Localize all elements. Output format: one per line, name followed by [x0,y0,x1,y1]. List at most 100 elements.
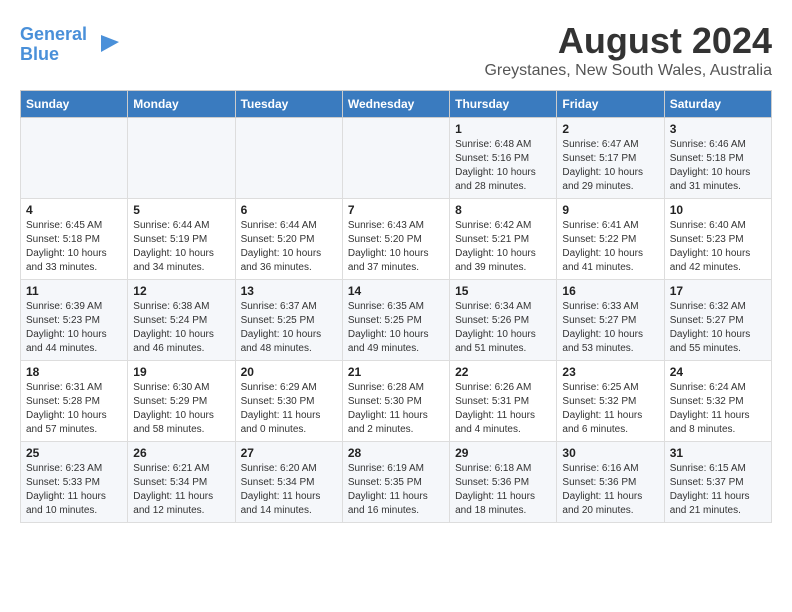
title-block: August 2024 Greystanes, New South Wales,… [484,20,772,80]
day-info: Sunrise: 6:43 AM Sunset: 5:20 PM Dayligh… [348,219,444,275]
week-row-5: 25Sunrise: 6:23 AM Sunset: 5:33 PM Dayli… [21,442,772,523]
header-cell-sunday: Sunday [21,91,128,118]
day-info: Sunrise: 6:34 AM Sunset: 5:26 PM Dayligh… [455,300,551,356]
day-number: 9 [562,203,658,217]
day-number: 29 [455,446,551,460]
day-info: Sunrise: 6:45 AM Sunset: 5:18 PM Dayligh… [26,219,122,275]
calendar-cell: 3 Sunrise: 6:46 AM Sunset: 5:18 PM Daylig… [664,118,771,199]
header-cell-thursday: Thursday [450,91,557,118]
calendar-cell [342,118,449,199]
day-number: 23 [562,365,658,379]
main-title: August 2024 [484,20,772,62]
week-row-1: 1 Sunrise: 6:48 AM Sunset: 5:16 PM Daylig… [21,118,772,199]
calendar-cell: 27 Sunrise: 6:20 AM Sunset: 5:34 PM Dayli… [235,442,342,523]
day-number: 28 [348,446,444,460]
day-info: Sunrise: 6:24 AM Sunset: 5:32 PM Dayligh… [670,381,766,437]
calendar-cell: 12 Sunrise: 6:38 AM Sunset: 5:24 PM Dayli… [128,280,235,361]
day-info: Sunrise: 6:15 AM Sunset: 5:37 PM Dayligh… [670,462,766,518]
day-info: Sunrise: 6:29 AM Sunset: 5:30 PM Dayligh… [241,381,337,437]
logo-line1: General [20,24,87,44]
day-info: Sunrise: 6:25 AM Sunset: 5:32 PM Dayligh… [562,381,658,437]
day-info: Sunrise: 6:16 AM Sunset: 5:36 PM Dayligh… [562,462,658,518]
logo-line2: Blue [20,44,59,64]
day-info: Sunrise: 6:38 AM Sunset: 5:24 PM Dayligh… [133,300,229,356]
calendar-cell: 23 Sunrise: 6:25 AM Sunset: 5:32 PM Dayli… [557,361,664,442]
day-number: 27 [241,446,337,460]
day-info: Sunrise: 6:20 AM Sunset: 5:34 PM Dayligh… [241,462,337,518]
day-info: Sunrise: 6:31 AM Sunset: 5:28 PM Dayligh… [26,381,122,437]
day-number: 13 [241,284,337,298]
calendar-cell: 18 Sunrise: 6:31 AM Sunset: 5:28 PM Dayli… [21,361,128,442]
header-cell-saturday: Saturday [664,91,771,118]
day-info: Sunrise: 6:42 AM Sunset: 5:21 PM Dayligh… [455,219,551,275]
calendar-cell: 19 Sunrise: 6:30 AM Sunset: 5:29 PM Dayli… [128,361,235,442]
day-info: Sunrise: 6:33 AM Sunset: 5:27 PM Dayligh… [562,300,658,356]
calendar-cell: 20 Sunrise: 6:29 AM Sunset: 5:30 PM Dayli… [235,361,342,442]
calendar-cell: 26 Sunrise: 6:21 AM Sunset: 5:34 PM Dayli… [128,442,235,523]
calendar-cell: 8 Sunrise: 6:42 AM Sunset: 5:21 PM Daylig… [450,199,557,280]
calendar-cell [21,118,128,199]
calendar-cell: 13 Sunrise: 6:37 AM Sunset: 5:25 PM Dayli… [235,280,342,361]
day-info: Sunrise: 6:44 AM Sunset: 5:19 PM Dayligh… [133,219,229,275]
calendar-cell: 25Sunrise: 6:23 AM Sunset: 5:33 PM Dayli… [21,442,128,523]
day-number: 7 [348,203,444,217]
day-info: Sunrise: 6:32 AM Sunset: 5:27 PM Dayligh… [670,300,766,356]
day-number: 21 [348,365,444,379]
day-number: 10 [670,203,766,217]
calendar-cell: 14Sunrise: 6:35 AM Sunset: 5:25 PM Dayli… [342,280,449,361]
logo-text: General Blue [20,25,87,65]
day-number: 25 [26,446,122,460]
day-number: 26 [133,446,229,460]
day-number: 4 [26,203,122,217]
day-number: 12 [133,284,229,298]
day-number: 15 [455,284,551,298]
calendar-cell [235,118,342,199]
day-number: 3 [670,122,766,136]
day-number: 31 [670,446,766,460]
day-info: Sunrise: 6:30 AM Sunset: 5:29 PM Dayligh… [133,381,229,437]
day-info: Sunrise: 6:26 AM Sunset: 5:31 PM Dayligh… [455,381,551,437]
calendar-cell: 6Sunrise: 6:44 AM Sunset: 5:20 PM Daylig… [235,199,342,280]
day-number: 16 [562,284,658,298]
calendar-cell: 29 Sunrise: 6:18 AM Sunset: 5:36 PM Dayli… [450,442,557,523]
week-row-4: 18 Sunrise: 6:31 AM Sunset: 5:28 PM Dayli… [21,361,772,442]
calendar-cell: 28Sunrise: 6:19 AM Sunset: 5:35 PM Dayli… [342,442,449,523]
header-row: SundayMondayTuesdayWednesdayThursdayFrid… [21,91,772,118]
calendar-cell: 31 Sunrise: 6:15 AM Sunset: 5:37 PM Dayli… [664,442,771,523]
calendar-cell [128,118,235,199]
day-info: Sunrise: 6:48 AM Sunset: 5:16 PM Dayligh… [455,138,551,194]
calendar-cell: 24Sunrise: 6:24 AM Sunset: 5:32 PM Dayli… [664,361,771,442]
day-number: 18 [26,365,122,379]
day-number: 8 [455,203,551,217]
day-info: Sunrise: 6:37 AM Sunset: 5:25 PM Dayligh… [241,300,337,356]
calendar-cell: 17 Sunrise: 6:32 AM Sunset: 5:27 PM Dayli… [664,280,771,361]
header-cell-wednesday: Wednesday [342,91,449,118]
day-info: Sunrise: 6:39 AM Sunset: 5:23 PM Dayligh… [26,300,122,356]
day-number: 11 [26,284,122,298]
day-info: Sunrise: 6:18 AM Sunset: 5:36 PM Dayligh… [455,462,551,518]
calendar-cell: 10Sunrise: 6:40 AM Sunset: 5:23 PM Dayli… [664,199,771,280]
day-info: Sunrise: 6:41 AM Sunset: 5:22 PM Dayligh… [562,219,658,275]
day-info: Sunrise: 6:21 AM Sunset: 5:34 PM Dayligh… [133,462,229,518]
day-number: 2 [562,122,658,136]
page-header: General Blue August 2024 Greystanes, New… [20,20,772,80]
calendar-cell: 22Sunrise: 6:26 AM Sunset: 5:31 PM Dayli… [450,361,557,442]
calendar-cell: 21Sunrise: 6:28 AM Sunset: 5:30 PM Dayli… [342,361,449,442]
calendar-cell: 9 Sunrise: 6:41 AM Sunset: 5:22 PM Daylig… [557,199,664,280]
day-number: 1 [455,122,551,136]
day-number: 17 [670,284,766,298]
subtitle: Greystanes, New South Wales, Australia [484,62,772,80]
day-number: 19 [133,365,229,379]
day-number: 14 [348,284,444,298]
header-cell-tuesday: Tuesday [235,91,342,118]
day-info: Sunrise: 6:47 AM Sunset: 5:17 PM Dayligh… [562,138,658,194]
header-cell-monday: Monday [128,91,235,118]
day-number: 30 [562,446,658,460]
week-row-3: 11 Sunrise: 6:39 AM Sunset: 5:23 PM Dayli… [21,280,772,361]
day-info: Sunrise: 6:46 AM Sunset: 5:18 PM Dayligh… [670,138,766,194]
week-row-2: 4 Sunrise: 6:45 AM Sunset: 5:18 PM Daylig… [21,199,772,280]
day-number: 20 [241,365,337,379]
day-info: Sunrise: 6:44 AM Sunset: 5:20 PM Dayligh… [241,219,337,275]
calendar-cell: 2 Sunrise: 6:47 AM Sunset: 5:17 PM Daylig… [557,118,664,199]
calendar-cell: 5Sunrise: 6:44 AM Sunset: 5:19 PM Daylig… [128,199,235,280]
